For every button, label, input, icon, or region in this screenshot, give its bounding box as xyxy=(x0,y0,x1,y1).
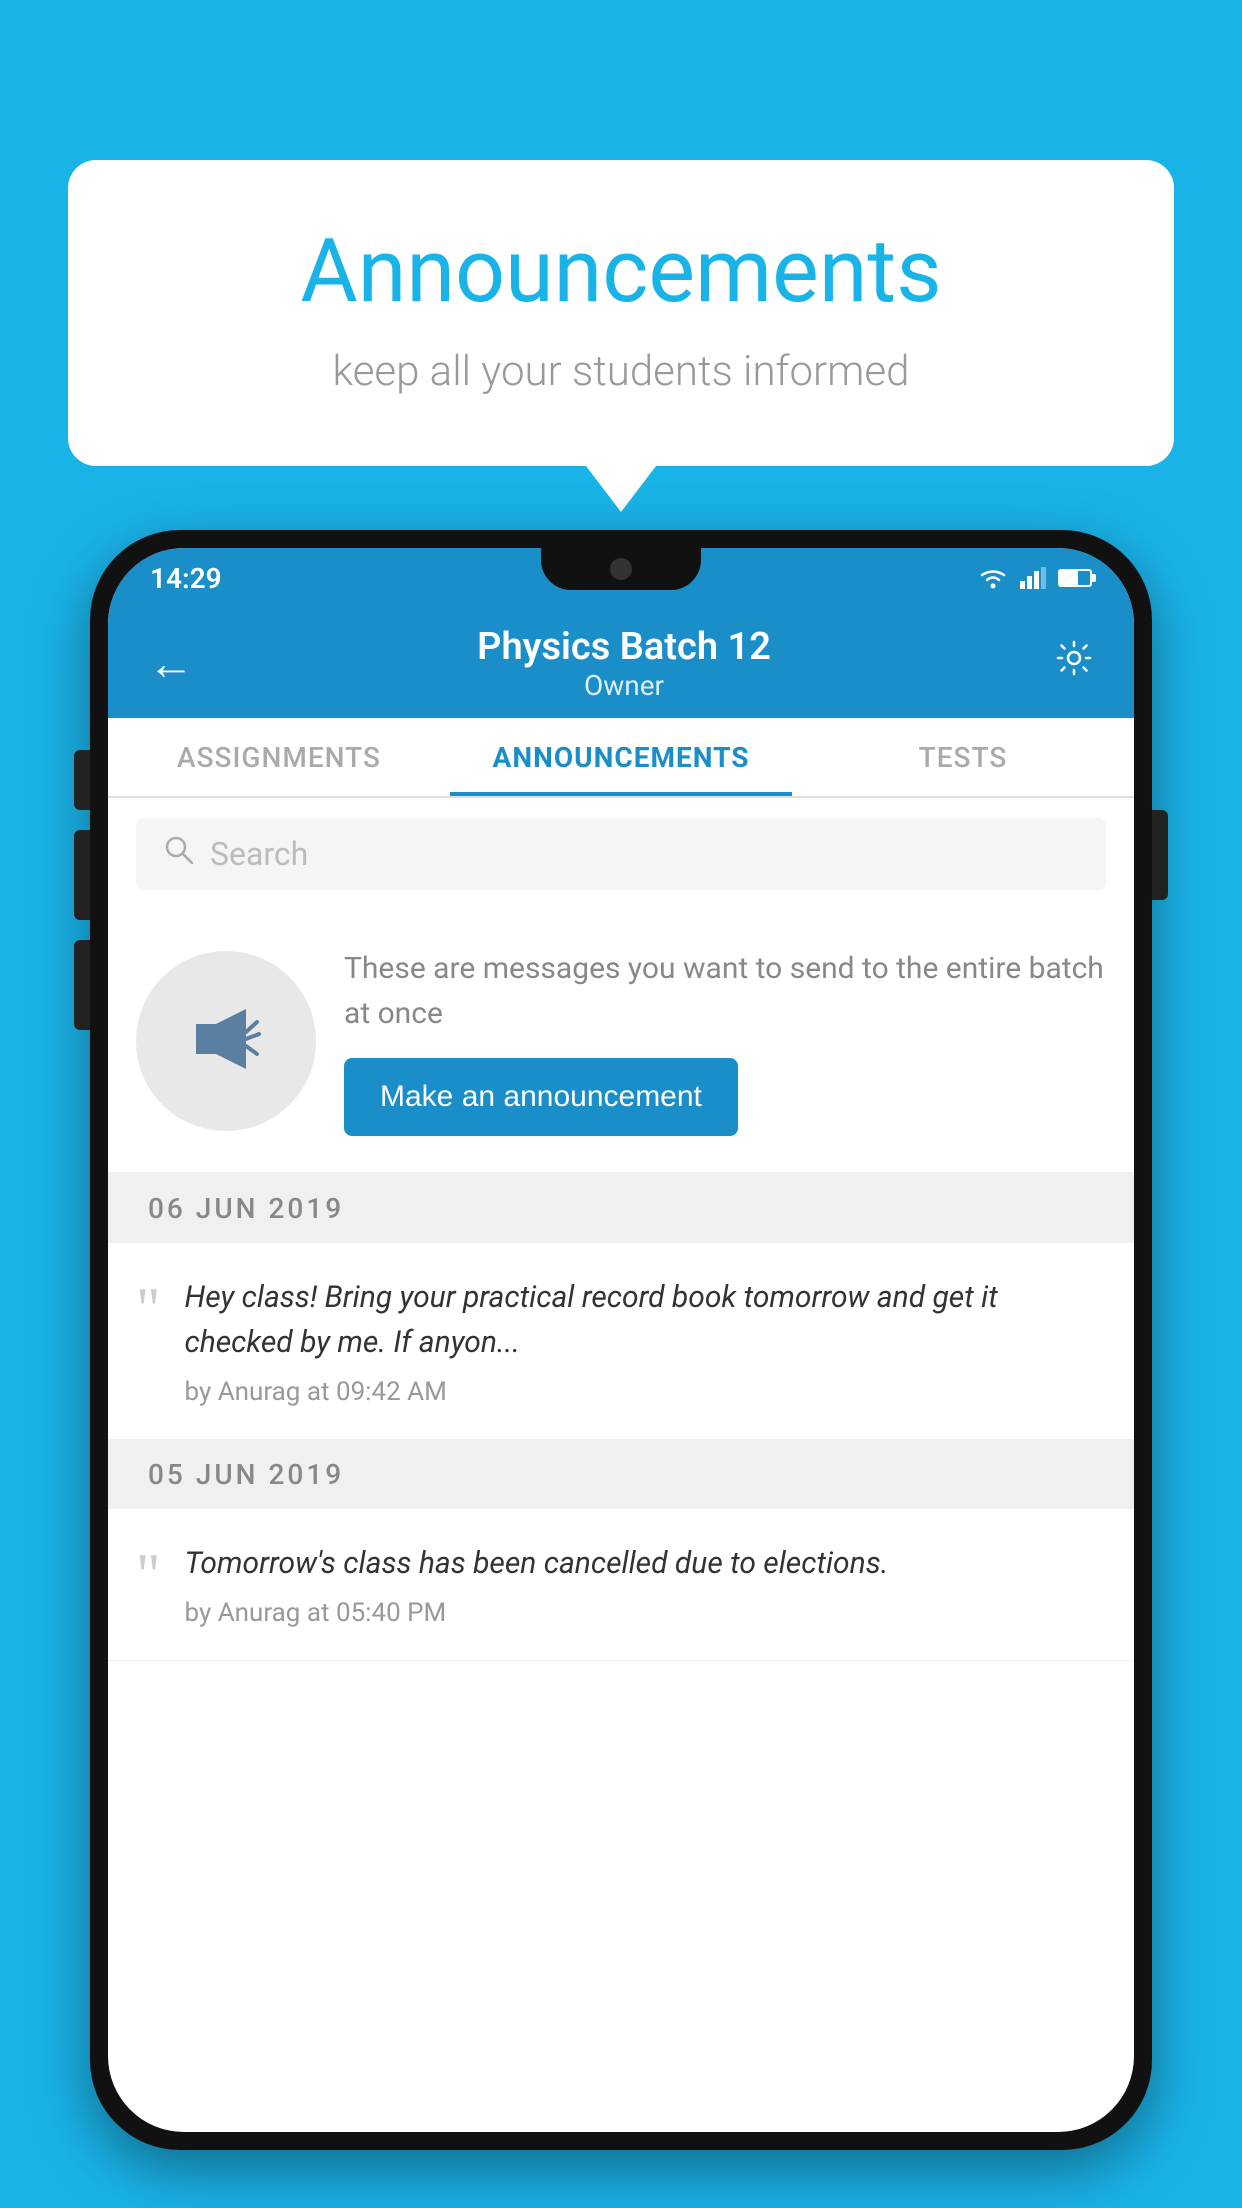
phone-screen: 14:29 xyxy=(108,548,1134,2132)
tabs-bar: ASSIGNMENTS ANNOUNCEMENTS TESTS xyxy=(108,718,1134,798)
promo-icon-circle xyxy=(136,951,316,1131)
battery-icon xyxy=(1058,569,1092,587)
settings-button[interactable] xyxy=(1054,638,1094,689)
status-icons xyxy=(978,567,1092,589)
announcement-text-1: Hey class! Bring your practical record b… xyxy=(185,1275,1095,1365)
header-title-group: Physics Batch 12 Owner xyxy=(477,625,771,702)
announcement-item-1[interactable]: " Hey class! Bring your practical record… xyxy=(108,1243,1134,1440)
speech-bubble-section: Announcements keep all your students inf… xyxy=(68,160,1174,466)
volume-down-button xyxy=(74,940,90,1030)
app-header: ← Physics Batch 12 Owner xyxy=(108,608,1134,718)
speech-bubble-card: Announcements keep all your students inf… xyxy=(68,160,1174,466)
status-time: 14:29 xyxy=(150,562,222,595)
gear-icon xyxy=(1054,638,1094,678)
power-button xyxy=(1152,810,1168,900)
search-icon xyxy=(164,834,194,874)
phone-frame: 14:29 xyxy=(90,530,1152,2150)
speech-bubble-subtitle: keep all your students informed xyxy=(148,347,1094,396)
announcement-item-2[interactable]: " Tomorrow's class has been cancelled du… xyxy=(108,1509,1134,1661)
announcement-content-2: Tomorrow's class has been cancelled due … xyxy=(185,1541,1095,1628)
announcement-promo: These are messages you want to send to t… xyxy=(108,910,1134,1174)
announcement-meta-2: by Anurag at 05:40 PM xyxy=(185,1598,1095,1628)
volume-mute-button xyxy=(74,750,90,810)
tab-announcements[interactable]: ANNOUNCEMENTS xyxy=(450,718,792,796)
wifi-icon xyxy=(978,567,1008,589)
phone-mockup: 14:29 xyxy=(90,530,1152,2208)
quote-icon-1: " xyxy=(136,1279,161,1407)
signal-icon xyxy=(1020,567,1046,589)
quote-icon-2: " xyxy=(136,1545,161,1628)
search-container: Search xyxy=(108,798,1134,910)
search-bar[interactable]: Search xyxy=(136,818,1106,890)
phone-left-buttons xyxy=(74,750,90,1030)
promo-content: These are messages you want to send to t… xyxy=(344,946,1106,1136)
volume-up-button xyxy=(74,830,90,920)
announcement-meta-1: by Anurag at 09:42 AM xyxy=(185,1377,1095,1407)
header-subtitle: Owner xyxy=(477,669,771,702)
search-placeholder: Search xyxy=(210,835,308,873)
megaphone-icon xyxy=(181,994,271,1088)
phone-side-buttons xyxy=(1152,810,1168,900)
tab-tests[interactable]: TESTS xyxy=(792,718,1134,796)
header-title: Physics Batch 12 xyxy=(477,625,771,669)
announcement-text-2: Tomorrow's class has been cancelled due … xyxy=(185,1541,1095,1586)
phone-camera xyxy=(610,558,632,580)
make-announcement-button[interactable]: Make an announcement xyxy=(344,1058,738,1136)
promo-description: These are messages you want to send to t… xyxy=(344,946,1106,1036)
date-separator-1: 06 JUN 2019 xyxy=(108,1174,1134,1243)
date-separator-2: 05 JUN 2019 xyxy=(108,1440,1134,1509)
back-button[interactable]: ← xyxy=(148,636,194,691)
phone-notch xyxy=(541,548,701,590)
announcement-content-1: Hey class! Bring your practical record b… xyxy=(185,1275,1095,1407)
speech-bubble-title: Announcements xyxy=(148,220,1094,323)
search-svg-icon xyxy=(164,835,194,865)
megaphone-svg xyxy=(181,994,271,1084)
tab-assignments[interactable]: ASSIGNMENTS xyxy=(108,718,450,796)
